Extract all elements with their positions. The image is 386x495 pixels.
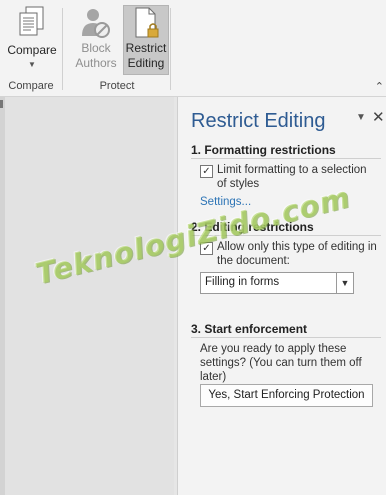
compare-icon: [19, 6, 44, 36]
editing-type-value: Filling in forms: [205, 276, 280, 288]
start-enforcing-button[interactable]: Yes, Start Enforcing Protection: [200, 384, 373, 407]
group-compare-label: Compare: [8, 80, 54, 92]
editing-type-select[interactable]: Filling in forms ▼: [200, 272, 354, 294]
block-authors-label-2: Authors: [75, 56, 117, 70]
chevron-down-icon: ▼: [28, 60, 36, 69]
restrict-editing-icon: [135, 7, 159, 38]
chevron-down-icon[interactable]: ▼: [336, 273, 353, 293]
restrict-editing-button[interactable]: Restrict Editing: [123, 5, 169, 75]
limit-formatting-checkbox[interactable]: ✓: [200, 165, 213, 178]
allow-editing-checkbox[interactable]: ✓: [200, 242, 213, 255]
settings-link[interactable]: Settings...: [200, 196, 251, 208]
pane-title: Restrict Editing: [191, 110, 326, 132]
compare-label: Compare: [7, 43, 57, 57]
block-authors-icon: [82, 9, 110, 38]
block-authors-button[interactable]: Block Authors: [68, 6, 124, 71]
close-icon[interactable]: ✕: [372, 108, 385, 126]
divider: [191, 337, 381, 338]
restrict-editing-label-1: Restrict: [125, 41, 167, 55]
section-enforcement-heading: 3. Start enforcement: [191, 322, 308, 336]
pane-options-icon[interactable]: ▼: [356, 112, 366, 123]
group-separator: [170, 8, 171, 90]
section-editing-heading: 2. Editing restrictions: [191, 220, 314, 234]
group-separator: [62, 8, 63, 90]
compare-button[interactable]: Compare ▼: [4, 6, 60, 69]
allow-editing-label: Allow only this type of editing in the d…: [217, 241, 377, 267]
document-area[interactable]: [0, 97, 174, 495]
enforce-question-text: Are you ready to apply these settings? (…: [200, 343, 362, 383]
restrict-editing-pane: Restrict Editing ▼ ✕ 1. Formatting restr…: [177, 97, 386, 495]
document-edge: [0, 97, 5, 495]
group-protect-label: Protect: [99, 80, 135, 92]
restrict-editing-label-2: Editing: [127, 56, 165, 70]
collapse-ribbon-icon[interactable]: ⌃: [375, 80, 384, 93]
ruler-marker: [0, 100, 3, 108]
divider: [191, 158, 381, 159]
ribbon: Compare ▼ Block Authors Restrict Editing…: [0, 0, 386, 97]
block-authors-label-1: Block: [81, 41, 111, 55]
section-formatting-heading: 1. Formatting restrictions: [191, 143, 336, 157]
divider: [191, 235, 381, 236]
limit-formatting-label: Limit formatting to a selection of style…: [217, 164, 367, 190]
